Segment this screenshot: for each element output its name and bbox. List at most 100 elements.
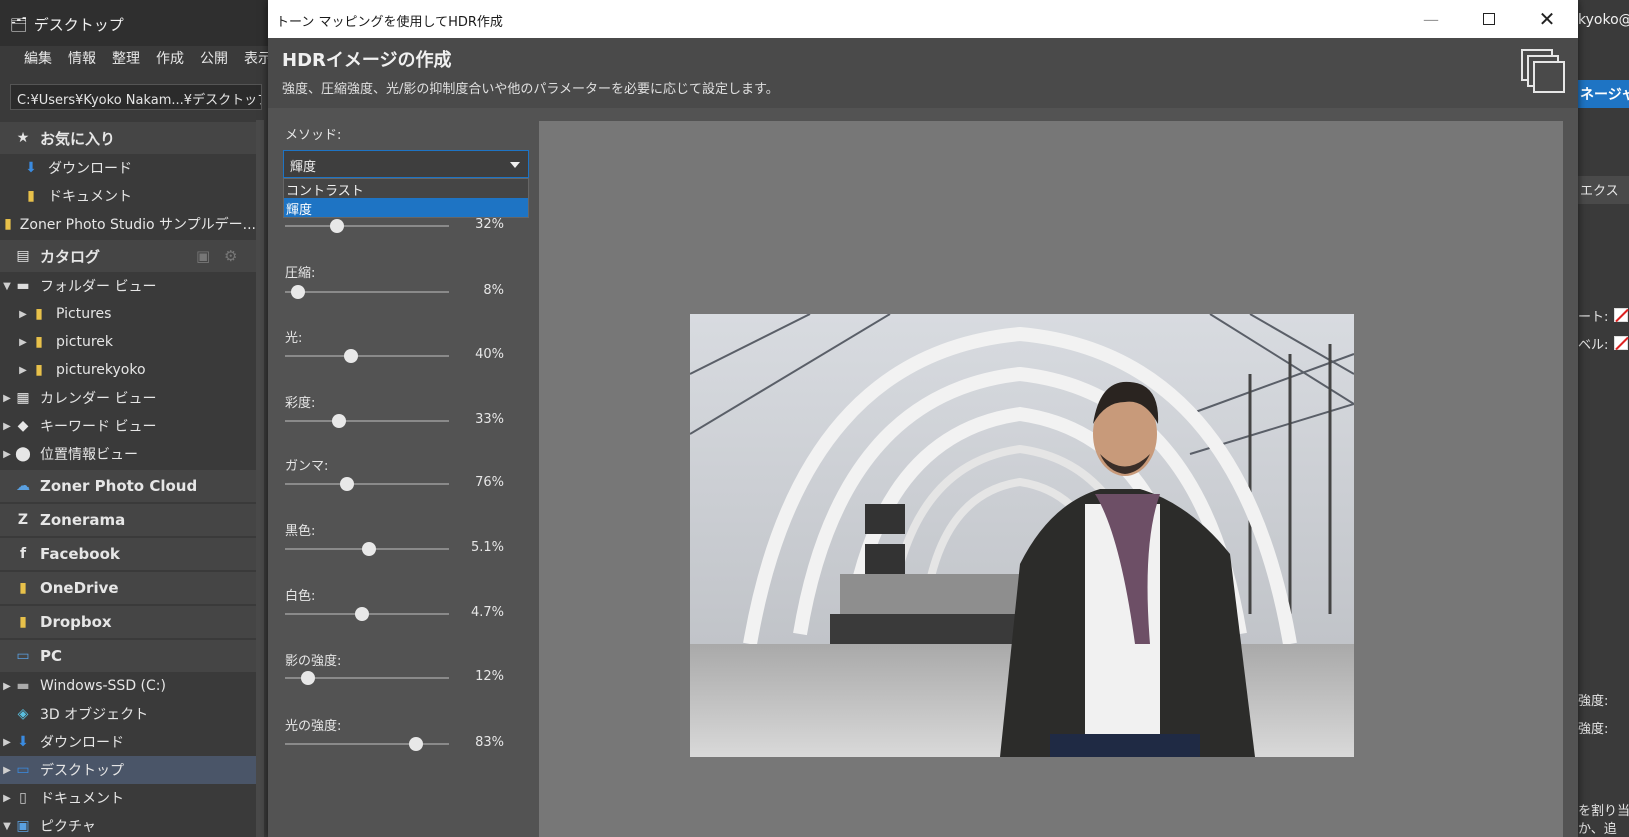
sidebar-item-windows-ssd[interactable]: ▶ ▬ Windows-SSD (C:) [0,672,256,700]
path-input[interactable]: C:¥Users¥Kyoko Nakam...¥デスクトップ [10,84,262,110]
sidebar-item-label: picturekyoko [56,362,146,378]
sidebar-section-facebook[interactable]: f Facebook [0,538,256,570]
chevron-down-icon [510,162,520,168]
sidebar-item-keyword-view[interactable]: ▶ ◆ キーワード ビュー [0,412,256,440]
param-slider[interactable] [285,284,449,300]
menu-item-organize[interactable]: 整理 [104,46,148,72]
slider-thumb[interactable] [330,219,345,233]
sidebar-section-zoner-cloud[interactable]: ☁ Zoner Photo Cloud [0,470,256,502]
menu-item-0[interactable] [0,46,16,72]
app-title: 🗂 デスクトップ [10,14,124,35]
slider-track[interactable] [285,225,449,227]
slider-track[interactable] [285,743,449,745]
sidebar-item-label: 3D オブジェクト [40,707,149,723]
sidebar-section-dropbox[interactable]: ▮ Dropbox [0,606,256,638]
chevron-right-icon[interactable]: ▶ [0,449,14,460]
sidebar-item-documents[interactable]: ▮ ドキュメント [0,182,256,210]
param-slider[interactable] [285,476,449,492]
menu-item-create[interactable]: 作成 [148,46,192,72]
add-folder-icon[interactable]: ▣ [196,247,210,265]
sidebar-item-label: カレンダー ビュー [40,391,157,407]
export-button[interactable]: エクス [1578,176,1629,204]
preview-area [539,121,1563,837]
param-slider[interactable] [285,670,449,686]
param-slider[interactable] [285,541,449,557]
maximize-button[interactable] [1460,0,1518,38]
sidebar-section-label: Facebook [40,545,120,563]
manager-button[interactable]: ネージャ [1578,80,1629,108]
chevron-right-icon[interactable]: ▶ [16,337,30,348]
method-option-luminance[interactable]: 輝度 [284,198,528,218]
sidebar-section-zonerama[interactable]: Z Zonerama [0,504,256,536]
chevron-down-icon[interactable]: ▼ [0,821,14,832]
chevron-right-icon[interactable]: ▶ [0,765,14,776]
sidebar-item-pc-downloads[interactable]: ▶ ⬇ ダウンロード [0,728,256,756]
sidebar-item-label: ピクチャ [40,819,96,835]
chevron-right-icon[interactable]: ▶ [16,309,30,320]
slider-thumb[interactable] [361,542,376,556]
sidebar-item-calendar-view[interactable]: ▶ ▦ カレンダー ビュー [0,384,256,412]
slider-track[interactable] [285,483,449,485]
slider-thumb[interactable] [332,414,347,428]
sidebar-item-pictures[interactable]: ▶ ▮ Pictures [0,300,256,328]
slider-track[interactable] [285,355,449,357]
chevron-down-icon[interactable]: ▼ [0,281,14,292]
menu-item-info[interactable]: 情報 [60,46,104,72]
chevron-right-icon[interactable]: ▶ [0,421,14,432]
method-option-contrast[interactable]: コントラスト [284,179,528,199]
sidebar-item-picturek[interactable]: ▶ ▮ picturek [0,328,256,356]
chevron-right-icon[interactable]: ▶ [0,793,14,804]
sidebar-section-label: カタログ [40,247,101,266]
sidebar-section-onedrive[interactable]: ▮ OneDrive [0,572,256,604]
sidebar-section-favorites[interactable]: ★ お気に入り [0,122,256,154]
close-button[interactable]: ✕ [1518,0,1576,38]
download-icon: ⬇ [25,160,37,176]
folder-icon: ▬ [16,278,30,294]
sidebar-item-pc-documents[interactable]: ▶ ▯ ドキュメント [0,784,256,812]
minimize-button[interactable]: — [1402,0,1460,38]
sidebar-item-picturekyoko[interactable]: ▶ ▮ picturekyoko [0,356,256,384]
param-slider[interactable] [285,218,449,234]
param-label: 光: [285,331,303,346]
sidebar-item-label: キーワード ビュー [40,419,157,435]
gear-icon[interactable]: ⚙ [224,247,237,265]
param-slider[interactable] [285,606,449,622]
dialog-titlebar[interactable]: トーン マッピングを使用してHDR作成 — ✕ [268,0,1578,38]
chevron-right-icon[interactable]: ▶ [0,393,14,404]
sidebar-scrollbar[interactable] [256,120,264,837]
chevron-right-icon[interactable]: ▶ [0,737,14,748]
menu-item-publish[interactable]: 公開 [192,46,236,72]
slider-thumb[interactable] [300,671,315,685]
sidebar-item-desktop[interactable]: ▶ ▭ デスクトップ [0,756,256,784]
sidebar-section-label: Dropbox [40,613,112,631]
sidebar-section-catalog[interactable]: ▤ カタログ ▣ ⚙ [0,240,256,272]
slider-track[interactable] [285,291,449,293]
slider-track[interactable] [285,420,449,422]
sidebar-item-folder-view[interactable]: ▼ ▬ フォルダー ビュー [0,272,256,300]
desktop-icon: ▭ [16,762,30,778]
param-slider[interactable] [285,736,449,752]
sidebar-item-samples[interactable]: ▮ Zoner Photo Studio サンプルデー... [0,210,256,238]
slider-thumb[interactable] [340,477,355,491]
sidebar-section-pc[interactable]: ▭ PC [0,640,256,672]
sidebar-item-pc-pictures[interactable]: ▼ ▣ ピクチャ [0,812,256,837]
slider-thumb[interactable] [355,607,370,621]
sidebar-section-label: PC [40,647,63,665]
user-account[interactable]: kyoko@ [1578,12,1629,28]
chevron-right-icon[interactable]: ▶ [0,681,14,692]
sidebar-item-location-view[interactable]: ▶ ⬤ 位置情報ビュー [0,440,256,468]
hdr-dialog: トーン マッピングを使用してHDR作成 — ✕ HDRイメージの作成 強度、圧縮… [268,0,1578,837]
chevron-right-icon[interactable]: ▶ [16,365,30,376]
sidebar-section-label: Zonerama [40,511,126,529]
method-select[interactable]: 輝度 [283,150,529,178]
menu-item-edit[interactable]: 編集 [16,46,60,72]
param-slider[interactable] [285,348,449,364]
slider-thumb[interactable] [343,349,358,363]
sidebar-item-downloads[interactable]: ⬇ ダウンロード [0,154,256,182]
color-swatch-none[interactable] [1614,336,1628,350]
slider-thumb[interactable] [409,737,424,751]
sidebar-item-3d-objects[interactable]: ◈ 3D オブジェクト [0,700,256,728]
param-slider[interactable] [285,413,449,429]
slider-thumb[interactable] [291,285,306,299]
color-swatch-none[interactable] [1614,308,1628,322]
